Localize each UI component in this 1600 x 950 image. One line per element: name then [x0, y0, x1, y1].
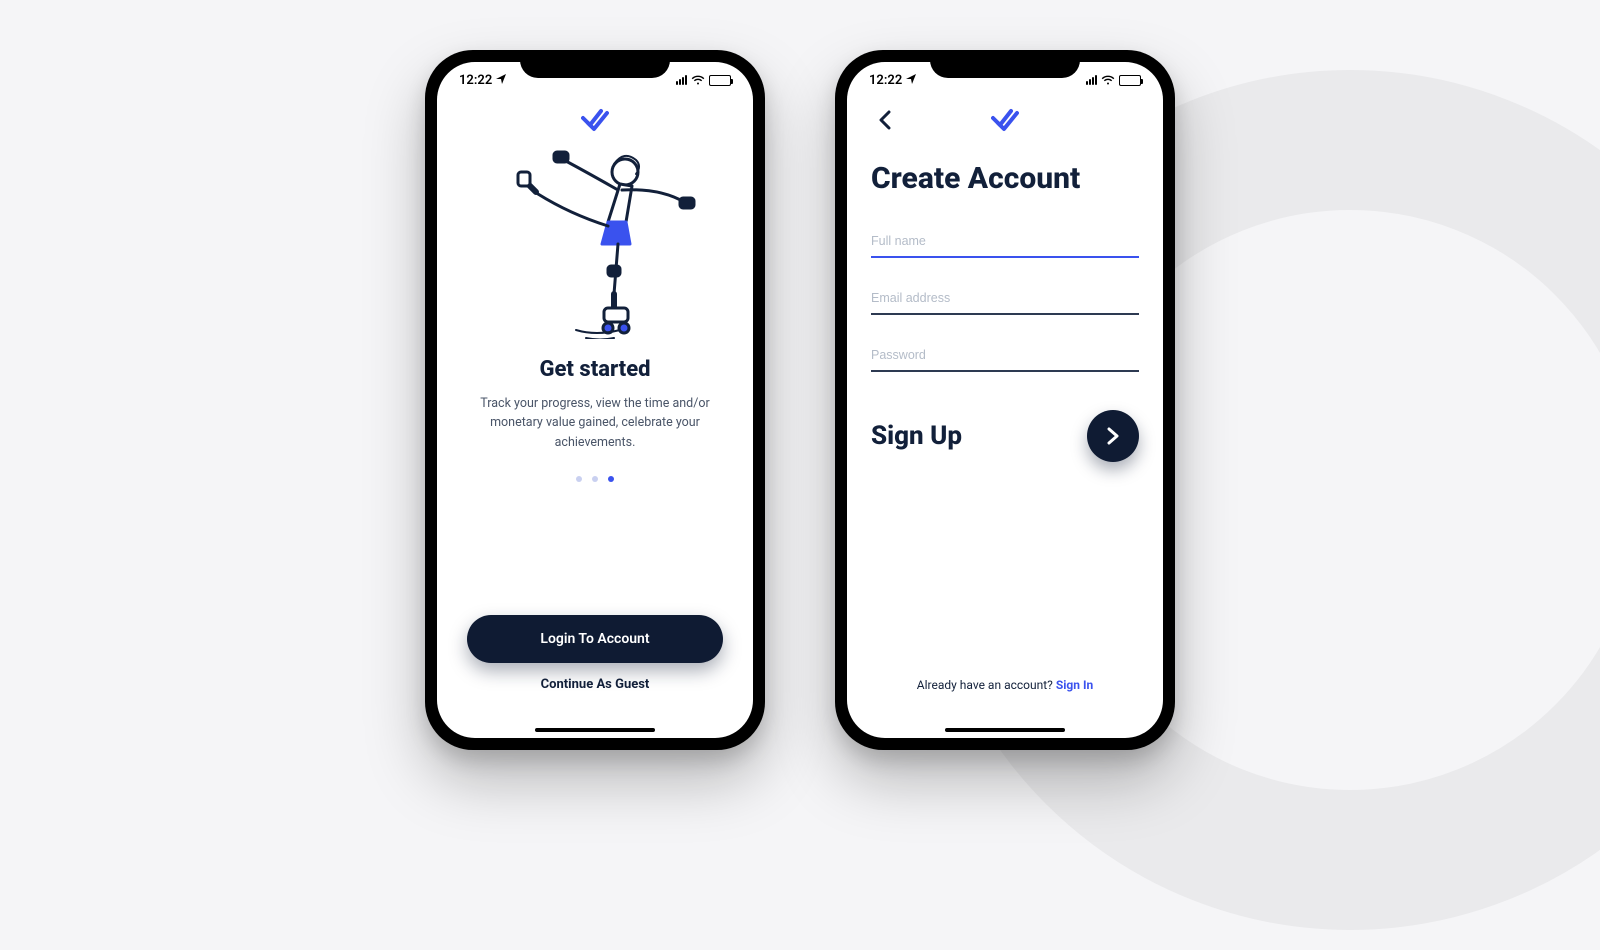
home-indicator: [945, 728, 1065, 732]
app-logo: [871, 108, 1139, 132]
chevron-left-icon: [878, 110, 892, 130]
continue-guest-label: Continue As Guest: [541, 677, 650, 692]
fullname-field: [871, 227, 1139, 258]
onboarding-title: Get started: [461, 357, 729, 382]
phone-mockup-signup: 12:22: [835, 50, 1175, 750]
phone-mockup-onboarding: 12:22: [425, 50, 765, 750]
status-bar: 12:22: [847, 62, 1163, 98]
page-dot[interactable]: [592, 476, 598, 482]
back-button[interactable]: [871, 106, 899, 134]
password-input[interactable]: [871, 341, 1139, 372]
status-time: 12:22: [869, 73, 902, 88]
page-dot-active[interactable]: [608, 476, 614, 482]
home-indicator: [535, 728, 655, 732]
login-button-label: Login To Account: [540, 631, 649, 647]
location-icon: [496, 74, 506, 87]
signup-title: Create Account: [871, 162, 1139, 197]
email-input[interactable]: [871, 284, 1139, 315]
signal-icon: [676, 75, 687, 85]
continue-guest-link[interactable]: Continue As Guest: [461, 677, 729, 692]
signin-prompt: Already have an account? Sign In: [871, 678, 1139, 692]
signup-label: Sign Up: [871, 421, 962, 451]
page-dot[interactable]: [576, 476, 582, 482]
double-check-icon: [991, 108, 1019, 132]
signal-icon: [1086, 75, 1097, 85]
location-icon: [906, 74, 916, 87]
page-indicator: [461, 476, 729, 482]
status-time: 12:22: [459, 73, 492, 88]
email-field: [871, 284, 1139, 315]
login-button[interactable]: Login To Account: [467, 615, 723, 663]
signin-link[interactable]: Sign In: [1056, 678, 1093, 692]
chevron-right-icon: [1104, 427, 1122, 445]
signup-submit-button[interactable]: [1087, 410, 1139, 462]
double-check-icon: [581, 108, 609, 132]
wifi-icon: [1101, 75, 1115, 85]
fullname-input[interactable]: [871, 227, 1139, 258]
onboarding-description: Track your progress, view the time and/o…: [461, 394, 729, 452]
onboarding-illustration: [461, 144, 729, 339]
signin-prompt-text: Already have an account?: [917, 678, 1056, 692]
battery-icon: [709, 75, 731, 86]
wifi-icon: [691, 75, 705, 85]
status-bar: 12:22: [437, 62, 753, 98]
password-field: [871, 341, 1139, 372]
app-logo: [461, 108, 729, 132]
battery-icon: [1119, 75, 1141, 86]
